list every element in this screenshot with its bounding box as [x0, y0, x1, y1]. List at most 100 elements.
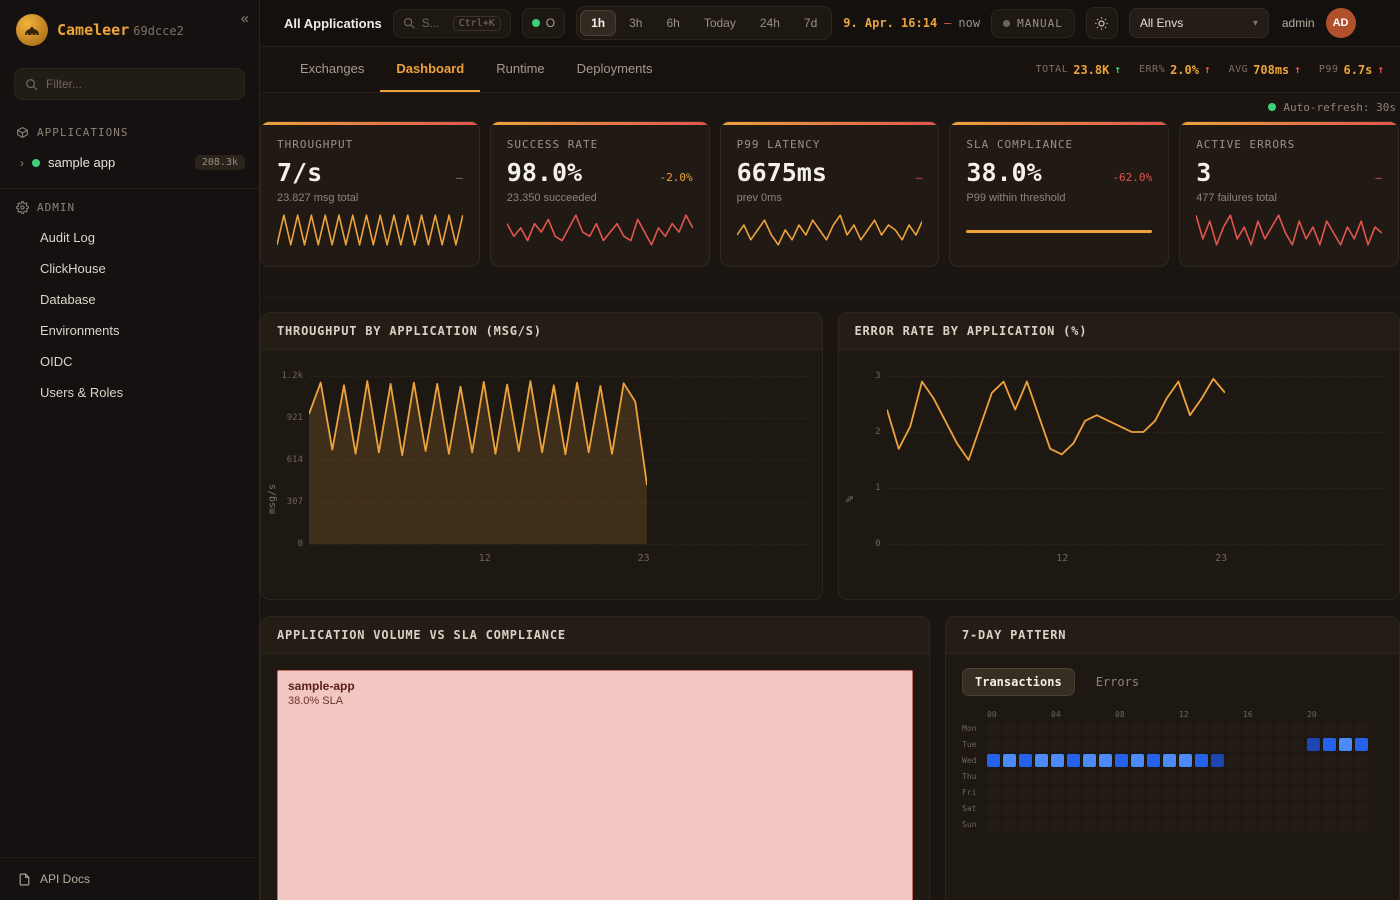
heatmap-cell[interactable] — [1307, 722, 1320, 735]
heatmap-cell[interactable] — [1051, 738, 1064, 751]
heatmap-cell[interactable] — [1115, 722, 1128, 735]
heatmap-cell[interactable] — [1195, 786, 1208, 799]
heatmap-cell[interactable] — [1211, 754, 1224, 767]
heatmap-cell[interactable] — [987, 754, 1000, 767]
heatmap-cell[interactable] — [1067, 754, 1080, 767]
heatmap-cell[interactable] — [987, 786, 1000, 799]
heatmap-cell[interactable] — [1291, 786, 1304, 799]
tab-deployments[interactable]: Deployments — [561, 47, 669, 92]
theme-toggle-button[interactable] — [1086, 7, 1118, 39]
heatmap-cell[interactable] — [1147, 722, 1160, 735]
heatmap-cell[interactable] — [1067, 818, 1080, 831]
heatmap-cell[interactable] — [1035, 738, 1048, 751]
heatmap-cell[interactable] — [1163, 770, 1176, 783]
heatmap-cell[interactable] — [1147, 818, 1160, 831]
heatmap-cell[interactable] — [1131, 786, 1144, 799]
range-button-1h[interactable]: 1h — [580, 10, 616, 36]
heatmap-cell[interactable] — [1051, 722, 1064, 735]
heatmap-cell[interactable] — [1035, 786, 1048, 799]
manual-refresh-button[interactable]: MANUAL — [991, 9, 1075, 38]
heatmap-cell[interactable] — [1355, 786, 1368, 799]
heatmap-cell[interactable] — [1195, 770, 1208, 783]
heatmap-cell[interactable] — [1131, 802, 1144, 815]
tab-exchanges[interactable]: Exchanges — [284, 47, 380, 92]
env-select[interactable]: All Envs ▾ — [1129, 8, 1269, 38]
heatmap-cell[interactable] — [1083, 818, 1096, 831]
heatmap-cell[interactable] — [1355, 722, 1368, 735]
range-button-24h[interactable]: 24h — [749, 10, 791, 36]
heatmap-cell[interactable] — [1307, 818, 1320, 831]
treemap-rect-sample-app[interactable]: sample-app 38.0% SLA — [277, 670, 913, 900]
heatmap-cell[interactable] — [1355, 802, 1368, 815]
tab-dashboard[interactable]: Dashboard — [380, 47, 480, 92]
heatmap-cell[interactable] — [1323, 754, 1336, 767]
heatmap-cell[interactable] — [1099, 722, 1112, 735]
heatmap-cell[interactable] — [1179, 770, 1192, 783]
heatmap-cell[interactable] — [1115, 738, 1128, 751]
heatmap-cell[interactable] — [1211, 770, 1224, 783]
heatmap-cell[interactable] — [1083, 738, 1096, 751]
heatmap-cell[interactable] — [1179, 722, 1192, 735]
heatmap-cell[interactable] — [1211, 802, 1224, 815]
heatmap-cell[interactable] — [1355, 818, 1368, 831]
heatmap-cell[interactable] — [1323, 770, 1336, 783]
heatmap-cell[interactable] — [1051, 770, 1064, 783]
heatmap-cell[interactable] — [987, 722, 1000, 735]
heatmap-cell[interactable] — [1195, 818, 1208, 831]
heatmap-cell[interactable] — [1179, 786, 1192, 799]
global-search[interactable]: S... Ctrl+K — [393, 9, 511, 38]
live-status-pill[interactable]: O — [522, 8, 565, 38]
heatmap-cell[interactable] — [1275, 802, 1288, 815]
heatmap-cell[interactable] — [1067, 738, 1080, 751]
heatmap-cell[interactable] — [987, 770, 1000, 783]
heatmap-cell[interactable] — [1259, 802, 1272, 815]
heatmap-tab-transactions[interactable]: Transactions — [962, 668, 1075, 696]
heatmap-cell[interactable] — [1019, 722, 1032, 735]
heatmap-cell[interactable] — [1115, 770, 1128, 783]
heatmap-cell[interactable] — [1147, 754, 1160, 767]
range-button-today[interactable]: Today — [693, 10, 747, 36]
heatmap-cell[interactable] — [1275, 818, 1288, 831]
heatmap-cell[interactable] — [1147, 770, 1160, 783]
heatmap-cell[interactable] — [1211, 786, 1224, 799]
sidebar-item-users-roles[interactable]: Users & Roles — [0, 377, 259, 408]
heatmap-cell[interactable] — [1163, 818, 1176, 831]
heatmap-cell[interactable] — [1019, 802, 1032, 815]
heatmap-cell[interactable] — [1099, 754, 1112, 767]
heatmap-cell[interactable] — [1259, 754, 1272, 767]
heatmap-cell[interactable] — [1099, 770, 1112, 783]
heatmap-cell[interactable] — [1339, 722, 1352, 735]
heatmap-cell[interactable] — [1259, 818, 1272, 831]
sidebar-item-audit-log[interactable]: Audit Log — [0, 222, 259, 253]
heatmap-cell[interactable] — [1147, 802, 1160, 815]
heatmap-cell[interactable] — [1307, 738, 1320, 751]
heatmap-cell[interactable] — [1003, 754, 1016, 767]
heatmap-cell[interactable] — [1083, 802, 1096, 815]
heatmap-cell[interactable] — [1227, 722, 1240, 735]
heatmap-cell[interactable] — [1243, 738, 1256, 751]
heatmap-cell[interactable] — [1067, 802, 1080, 815]
heatmap-cell[interactable] — [1291, 754, 1304, 767]
heatmap-cell[interactable] — [1307, 770, 1320, 783]
heatmap-cell[interactable] — [1019, 818, 1032, 831]
heatmap-cell[interactable] — [1339, 770, 1352, 783]
heatmap-cell[interactable] — [1243, 802, 1256, 815]
heatmap-cell[interactable] — [1195, 754, 1208, 767]
heatmap-cell[interactable] — [1019, 754, 1032, 767]
heatmap-cell[interactable] — [1003, 802, 1016, 815]
heatmap-cell[interactable] — [1195, 802, 1208, 815]
heatmap-cell[interactable] — [1291, 770, 1304, 783]
heatmap-cell[interactable] — [1227, 802, 1240, 815]
heatmap-cell[interactable] — [1291, 818, 1304, 831]
range-button-3h[interactable]: 3h — [618, 10, 653, 36]
heatmap-cell[interactable] — [1035, 722, 1048, 735]
heatmap-cell[interactable] — [1067, 722, 1080, 735]
heatmap-cell[interactable] — [1227, 738, 1240, 751]
heatmap-cell[interactable] — [1003, 818, 1016, 831]
heatmap-cell[interactable] — [1323, 802, 1336, 815]
heatmap-cell[interactable] — [1243, 770, 1256, 783]
heatmap-cell[interactable] — [1115, 818, 1128, 831]
heatmap-cell[interactable] — [1083, 722, 1096, 735]
heatmap-cell[interactable] — [1339, 786, 1352, 799]
heatmap-cell[interactable] — [1131, 738, 1144, 751]
